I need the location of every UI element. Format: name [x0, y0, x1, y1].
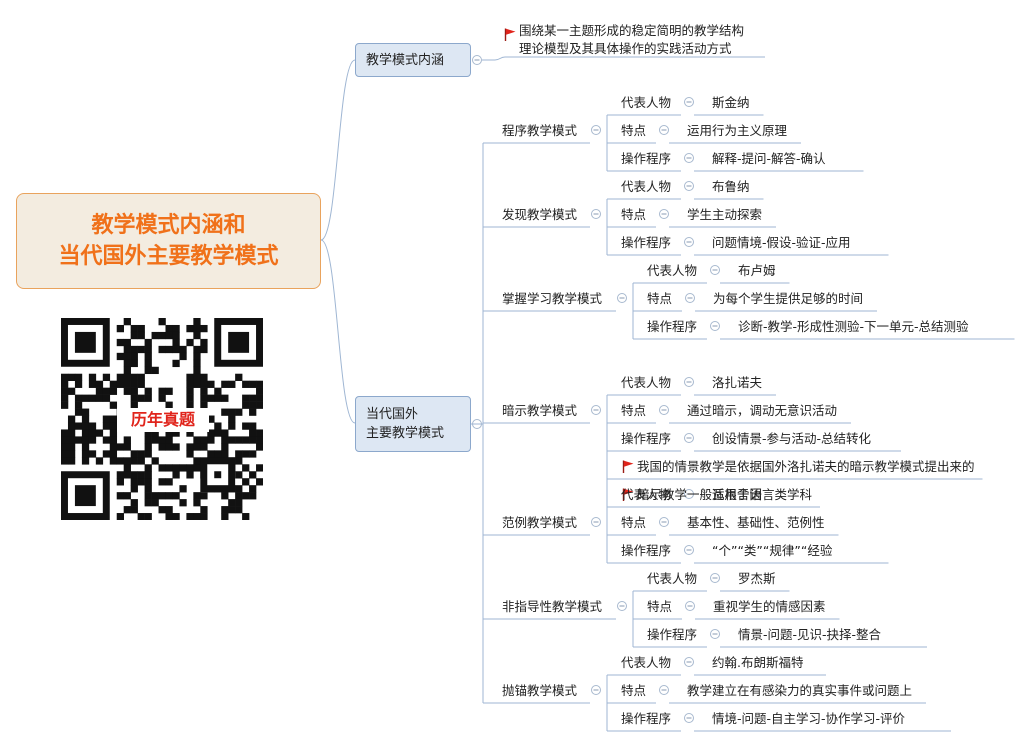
- model-1-value-1: 学生主动探索: [687, 207, 763, 222]
- model-2-value-1: 为每个学生提供足够的时间: [713, 291, 864, 306]
- model-1-key-0: 代表人物: [621, 179, 672, 194]
- model-4-key-1: 特点: [621, 515, 647, 530]
- model-0-key-2: 操作程序: [621, 151, 672, 166]
- collapse-minus-icon[interactable]: [659, 685, 669, 695]
- model-6-key-1: 特点: [621, 683, 647, 698]
- model-2-key-0: 代表人物: [647, 263, 698, 278]
- branch-meaning[interactable]: 教学模式内涵: [355, 43, 471, 77]
- collapse-minus-icon[interactable]: [591, 209, 601, 219]
- model-2-key-2: 操作程序: [647, 319, 698, 334]
- collapse-minus-icon[interactable]: [710, 321, 720, 331]
- model-1-value-2: 问题情境-假设-验证-应用: [712, 235, 851, 250]
- connector-root-models: [320, 239, 356, 424]
- model-4-value-2: “个”“类”“规律”“经验: [712, 543, 833, 558]
- model-4-value-1: 基本性、基础性、范例性: [687, 515, 825, 530]
- collapse-minus-icon[interactable]: [710, 573, 720, 583]
- model-3-value-1: 通过暗示，调动无意识活动: [687, 403, 838, 418]
- collapse-minus-icon[interactable]: [472, 55, 482, 65]
- model-5-value-1: 重视学生的情感因素: [713, 599, 826, 614]
- model-3-value-2: 创设情景-参与活动-总结转化: [712, 431, 872, 446]
- collapse-minus-icon[interactable]: [617, 293, 627, 303]
- collapse-minus-icon[interactable]: [591, 125, 601, 135]
- collapse-minus-icon[interactable]: [659, 125, 669, 135]
- connector-meaning-note: [482, 56, 765, 61]
- model-5-key-2: 操作程序: [647, 627, 698, 642]
- collapse-minus-icon[interactable]: [684, 153, 694, 163]
- collapse-minus-icon[interactable]: [591, 685, 601, 695]
- mind-map: 教学模式内涵和 当代国外主要教学模式 教学模式内涵 围绕某一主题形成的稳定简明的…: [0, 0, 1019, 747]
- collapse-minus-icon[interactable]: [684, 377, 694, 387]
- model-0-value-1: 运用行为主义原理: [687, 123, 788, 138]
- collapse-minus-icon[interactable]: [684, 713, 694, 723]
- branch-foreign-models[interactable]: 当代国外 主要教学模式: [355, 396, 471, 452]
- collapse-minus-icon[interactable]: [684, 97, 694, 107]
- model-2-label: 掌握学习教学模式: [502, 291, 603, 306]
- collapse-minus-icon[interactable]: [591, 517, 601, 527]
- collapse-minus-icon[interactable]: [617, 601, 627, 611]
- model-6-value-0: 约翰.布朗斯福特: [712, 655, 804, 670]
- model-3-key-1: 特点: [621, 403, 647, 418]
- model-2-key-1: 特点: [647, 291, 673, 306]
- root-title-line1: 教学模式内涵和: [91, 213, 246, 238]
- model-3-value-0: 洛扎诺夫: [712, 375, 763, 390]
- collapse-minus-icon[interactable]: [684, 545, 694, 555]
- model-6-label: 抛锚教学模式: [502, 683, 578, 698]
- collapse-minus-icon[interactable]: [684, 657, 694, 667]
- model-6-key-2: 操作程序: [621, 711, 672, 726]
- model-6-key-0: 代表人物: [621, 655, 672, 670]
- collapse-minus-icon[interactable]: [684, 433, 694, 443]
- model-5-key-1: 特点: [647, 599, 673, 614]
- model-4-value-0: 瓦根舍因: [712, 487, 763, 502]
- branch-meaning-label: 教学模式内涵: [366, 52, 445, 68]
- model-2-value-2: 诊断-教学-形成性测验-下一单元-总结测验: [738, 319, 969, 334]
- model-5-value-2: 情景-问题-见识-抉择-整合: [738, 627, 882, 642]
- collapse-minus-icon[interactable]: [710, 629, 720, 639]
- model-3-key-2: 操作程序: [621, 431, 672, 446]
- red-flag-icon: [504, 28, 516, 41]
- model-1-key-1: 特点: [621, 207, 647, 222]
- collapse-minus-icon[interactable]: [659, 517, 669, 527]
- model-4-key-2: 操作程序: [621, 543, 672, 558]
- model-1-value-0: 布鲁纳: [712, 179, 750, 194]
- model-0-value-0: 斯金纳: [712, 95, 750, 110]
- qr-label: 历年真题: [117, 408, 209, 432]
- model-3-label: 暗示教学模式: [502, 403, 578, 418]
- collapse-minus-icon[interactable]: [659, 209, 669, 219]
- model-6-value-2: 情境-问题-自主学习-协作学习-评价: [712, 711, 906, 726]
- collapse-minus-icon[interactable]: [684, 237, 694, 247]
- model-0-key-1: 特点: [621, 123, 647, 138]
- root-title-line2: 当代国外主要教学模式: [58, 244, 279, 269]
- collapse-minus-icon[interactable]: [591, 405, 601, 415]
- collapse-minus-icon[interactable]: [685, 601, 695, 611]
- collapse-minus-icon[interactable]: [685, 293, 695, 303]
- model-5-value-0: 罗杰斯: [738, 571, 776, 586]
- model-4-key-0: 代表人物: [621, 487, 672, 502]
- model-0-label: 程序教学模式: [502, 123, 578, 138]
- model-6-value-1: 教学建立在有感染力的真实事件或问题上: [687, 683, 913, 698]
- meaning-note-line1: 围绕某一主题形成的稳定简明的教学结构: [519, 23, 745, 38]
- model-0-value-2: 解释-提问-解答-确认: [712, 151, 826, 166]
- connector-root-meaning: [320, 59, 356, 241]
- meaning-note-line2: 理论模型及其具体操作的实践活动方式: [519, 41, 732, 56]
- model-3-key-0: 代表人物: [621, 375, 672, 390]
- model-4-label: 范例教学模式: [502, 515, 578, 530]
- model-0-key-0: 代表人物: [621, 95, 672, 110]
- model-5-label: 非指导性教学模式: [502, 599, 603, 614]
- collapse-minus-icon[interactable]: [659, 405, 669, 415]
- branch-models-line1: 当代国外: [366, 407, 419, 422]
- collapse-minus-icon[interactable]: [710, 265, 720, 275]
- model-1-label: 发现教学模式: [502, 207, 578, 222]
- model-3-note-0: 我国的情景教学是依据国外洛扎诺夫的暗示教学模式提出来的: [637, 459, 975, 474]
- red-flag-icon: [622, 460, 634, 473]
- branch-models-line2: 主要教学模式: [366, 426, 445, 441]
- collapse-minus-icon[interactable]: [684, 181, 694, 191]
- model-5-key-0: 代表人物: [647, 571, 698, 586]
- root-topic[interactable]: 教学模式内涵和 当代国外主要教学模式: [16, 193, 321, 289]
- model-1-key-2: 操作程序: [621, 235, 672, 250]
- model-2-value-0: 布卢姆: [738, 263, 776, 278]
